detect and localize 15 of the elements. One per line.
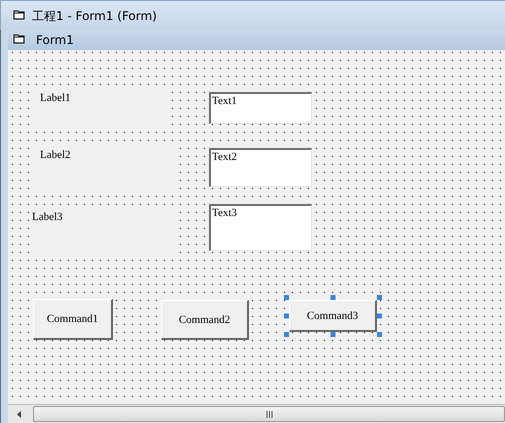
grip-icon	[266, 410, 272, 418]
command-button[interactable]: Command3	[289, 300, 377, 332]
text-box[interactable]: Text3	[209, 204, 312, 251]
window-title: 工程1 - Form1 (Form)	[32, 8, 157, 25]
command-button[interactable]: Command1	[33, 299, 113, 340]
label-caption: Label1	[40, 92, 71, 104]
form-title: Form1	[36, 33, 74, 47]
text-box[interactable]: Text2	[209, 148, 312, 187]
scroll-thumb[interactable]	[33, 406, 505, 422]
text-box[interactable]: Text1	[209, 92, 312, 124]
left-arrow-icon	[16, 410, 22, 418]
label-caption: Label3	[32, 211, 63, 223]
horizontal-scrollbar[interactable]	[8, 404, 505, 423]
label-caption: Label2	[40, 149, 71, 161]
command-button[interactable]: Command2	[161, 300, 249, 340]
